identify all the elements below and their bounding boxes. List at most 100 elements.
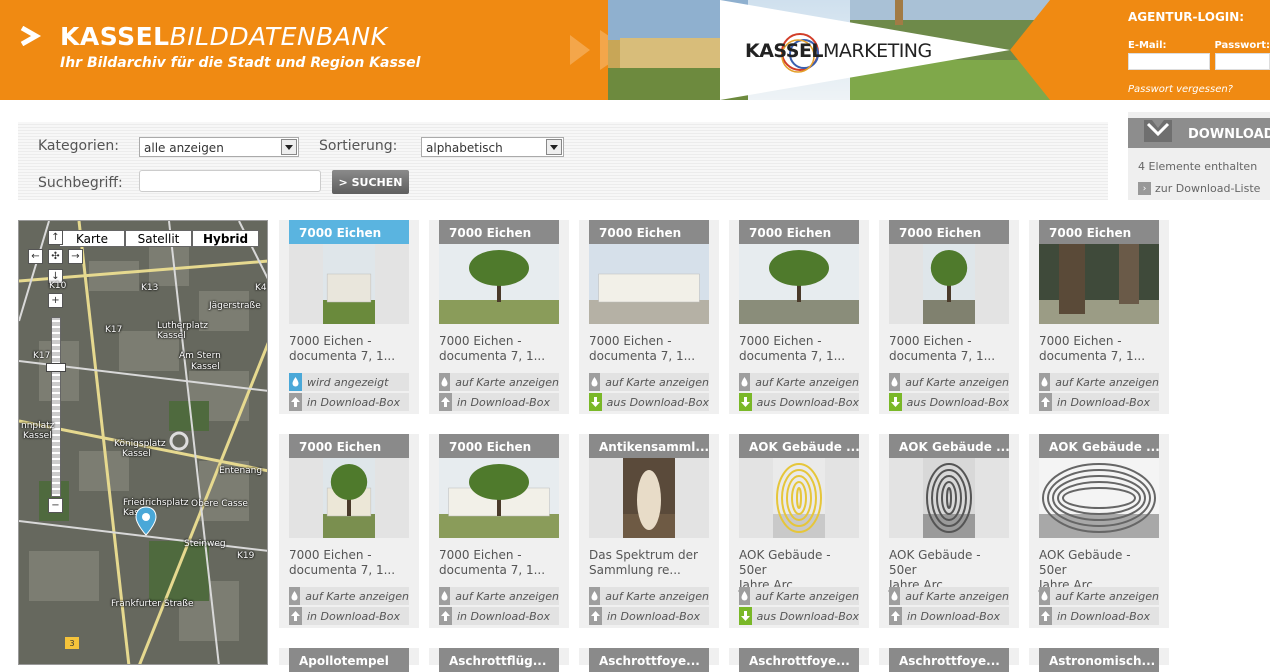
card-thumbnail[interactable] xyxy=(589,244,709,324)
card-title[interactable]: Apollotempel xyxy=(289,648,409,672)
map-label: K10 xyxy=(49,281,67,291)
map[interactable]: Karte Satellit Hybrid ↑ ← ✣ → ↓ + − Luth… xyxy=(18,220,268,665)
search-button[interactable]: > SUCHEN xyxy=(332,170,409,194)
show-on-map-action-label: auf Karte anzeigen xyxy=(905,589,1009,603)
download-box-header[interactable]: DOWNLOAD-B xyxy=(1128,118,1270,148)
result-card[interactable]: Aschrottfoye... xyxy=(879,648,1019,672)
card-thumbnail[interactable] xyxy=(739,458,859,538)
show-on-map-action[interactable]: auf Karte anzeigen xyxy=(1039,587,1159,605)
zoom-slider-handle[interactable] xyxy=(46,363,66,372)
download-list-link-label: zur Download-Liste xyxy=(1155,182,1261,195)
card-title[interactable]: 7000 Eichen xyxy=(439,220,559,244)
card-title[interactable]: Antikensamml... xyxy=(589,434,709,458)
show-on-map-action[interactable]: auf Karte anzeigen xyxy=(439,587,559,605)
result-card[interactable]: Antikensamml... Das Spektrum der Sammlung … xyxy=(579,434,719,628)
card-thumbnail[interactable] xyxy=(289,244,409,324)
result-card[interactable]: AOK Gebäude ... AOK Gebäude - 50er Jahre A… xyxy=(1029,434,1169,628)
site-logo[interactable]: KASSELBILDDATENBANK xyxy=(60,22,387,51)
download-box-action[interactable]: in Download-Box xyxy=(1039,607,1159,625)
map-marker-icon[interactable] xyxy=(135,506,157,536)
show-on-map-action[interactable]: auf Karte anzeigen xyxy=(739,373,859,391)
card-thumbnail[interactable] xyxy=(289,458,409,538)
forgot-password-link[interactable]: Passwort vergessen? xyxy=(1128,84,1270,95)
show-on-map-action[interactable]: auf Karte anzeigen xyxy=(889,587,1009,605)
result-card[interactable]: Aschrottfoye... xyxy=(729,648,869,672)
card-title[interactable]: Aschrottfoye... xyxy=(589,648,709,672)
kassel-marketing-logo[interactable]: KASSELMARKETING xyxy=(745,40,932,62)
show-on-map-action[interactable]: auf Karte anzeigen xyxy=(589,373,709,391)
result-card[interactable]: 7000 Eichen 7000 Eichen - documenta 7, 1..… xyxy=(1029,220,1169,414)
download-box-action[interactable]: aus Download-Box xyxy=(739,393,859,411)
result-card[interactable]: 7000 Eichen 7000 Eichen - documenta 7, 1..… xyxy=(579,220,719,414)
result-card[interactable]: 7000 Eichen 7000 Eichen - documenta 7, 1..… xyxy=(879,220,1019,414)
card-thumbnail[interactable] xyxy=(439,458,559,538)
pan-up-icon[interactable]: ↑ xyxy=(48,230,63,245)
map-type-hybrid[interactable]: Hybrid xyxy=(192,230,259,247)
show-on-map-action[interactable]: auf Karte anzeigen xyxy=(1039,373,1159,391)
card-thumbnail[interactable] xyxy=(589,458,709,538)
download-box-action[interactable]: aus Download-Box xyxy=(589,393,709,411)
password-field[interactable] xyxy=(1215,53,1270,70)
card-title[interactable]: Aschrottflüg... xyxy=(439,648,559,672)
show-on-map-action[interactable]: auf Karte anzeigen xyxy=(589,587,709,605)
card-title[interactable]: 7000 Eichen xyxy=(889,220,1009,244)
download-box-action[interactable]: in Download-Box xyxy=(889,607,1009,625)
card-title[interactable]: Aschrottfoye... xyxy=(739,648,859,672)
card-title[interactable]: 7000 Eichen xyxy=(739,220,859,244)
download-box-action[interactable]: in Download-Box xyxy=(1039,393,1159,411)
card-title[interactable]: AOK Gebäude ... xyxy=(1039,434,1159,458)
card-thumbnail[interactable] xyxy=(739,244,859,324)
zoom-in-icon[interactable]: + xyxy=(48,293,63,308)
card-title[interactable]: 7000 Eichen xyxy=(589,220,709,244)
zoom-out-icon[interactable]: − xyxy=(48,498,63,513)
download-box-action[interactable]: in Download-Box xyxy=(289,393,409,411)
card-title[interactable]: 7000 Eichen xyxy=(289,434,409,458)
map-label: K13 xyxy=(141,283,159,293)
result-card[interactable]: AOK Gebäude ... AOK Gebäude - 50er Jahre A… xyxy=(729,434,869,628)
download-box-action[interactable]: aus Download-Box xyxy=(889,393,1009,411)
result-card[interactable]: AOK Gebäude ... AOK Gebäude - 50er Jahre A… xyxy=(879,434,1019,628)
pan-right-icon[interactable]: → xyxy=(68,249,83,264)
download-list-link[interactable]: › zur Download-Liste xyxy=(1138,182,1260,195)
pan-left-icon[interactable]: ← xyxy=(28,249,43,264)
result-card[interactable]: 7000 Eichen 7000 Eichen - documenta 7, 1..… xyxy=(429,220,569,414)
zoom-slider-track[interactable] xyxy=(51,317,61,497)
result-card[interactable]: Aschrottflüg... xyxy=(429,648,569,672)
show-on-map-action[interactable]: auf Karte anzeigen xyxy=(439,373,559,391)
card-thumbnail[interactable] xyxy=(1039,244,1159,324)
show-on-map-action[interactable]: auf Karte anzeigen xyxy=(289,587,409,605)
card-title[interactable]: AOK Gebäude ... xyxy=(739,434,859,458)
show-on-map-action[interactable]: auf Karte anzeigen xyxy=(889,373,1009,391)
card-title[interactable]: 7000 Eichen xyxy=(1039,220,1159,244)
card-title[interactable]: 7000 Eichen xyxy=(289,220,409,244)
result-card[interactable]: 7000 Eichen 7000 Eichen - documenta 7, 1..… xyxy=(279,220,419,414)
categories-select[interactable]: alle anzeigen xyxy=(139,137,299,157)
result-card[interactable]: Apollotempel xyxy=(279,648,419,672)
pan-center-icon[interactable]: ✣ xyxy=(48,249,63,264)
result-card[interactable]: 7000 Eichen 7000 Eichen - documenta 7, 1..… xyxy=(729,220,869,414)
result-card[interactable]: Astronomisch... xyxy=(1029,648,1169,672)
map-type-satellit[interactable]: Satellit xyxy=(125,230,192,247)
result-card[interactable]: 7000 Eichen 7000 Eichen - documenta 7, 1..… xyxy=(429,434,569,628)
result-card[interactable]: 7000 Eichen 7000 Eichen - documenta 7, 1..… xyxy=(279,434,419,628)
download-box-action[interactable]: in Download-Box xyxy=(439,607,559,625)
map-type-karte[interactable]: Karte xyxy=(59,230,125,247)
card-title[interactable]: 7000 Eichen xyxy=(439,434,559,458)
download-box-action[interactable]: in Download-Box xyxy=(289,607,409,625)
card-thumbnail[interactable] xyxy=(889,244,1009,324)
download-box-action[interactable]: aus Download-Box xyxy=(739,607,859,625)
search-input[interactable] xyxy=(139,170,321,192)
card-title[interactable]: AOK Gebäude ... xyxy=(889,434,1009,458)
result-card[interactable]: Aschrottfoye... xyxy=(579,648,719,672)
card-thumbnail[interactable] xyxy=(889,458,1009,538)
card-title[interactable]: Astronomisch... xyxy=(1039,648,1159,672)
download-box-action[interactable]: in Download-Box xyxy=(589,607,709,625)
show-on-map-action[interactable]: wird angezeigt xyxy=(289,373,409,391)
show-on-map-action[interactable]: auf Karte anzeigen xyxy=(739,587,859,605)
sort-select[interactable]: alphabetisch xyxy=(421,137,564,157)
card-title[interactable]: Aschrottfoye... xyxy=(889,648,1009,672)
email-field[interactable] xyxy=(1128,53,1210,70)
download-box-action[interactable]: in Download-Box xyxy=(439,393,559,411)
card-thumbnail[interactable] xyxy=(439,244,559,324)
card-thumbnail[interactable] xyxy=(1039,458,1159,538)
